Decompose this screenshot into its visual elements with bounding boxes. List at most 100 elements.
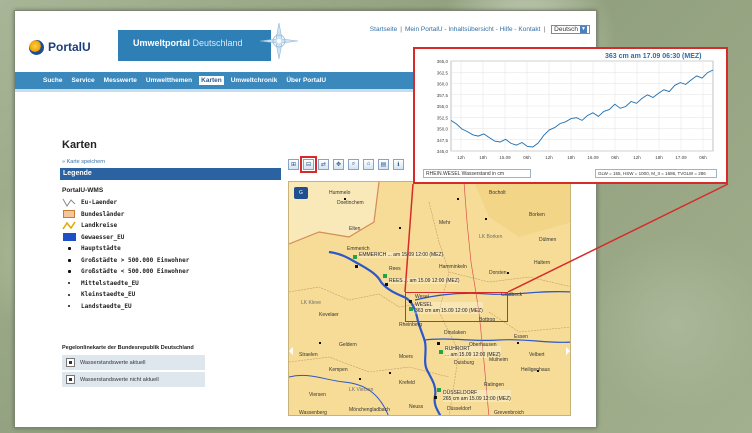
legend-item-label: Bundesländer xyxy=(81,210,125,218)
map-region-label: LK Viersen xyxy=(349,387,374,393)
legend-item: Gewaesser_EU xyxy=(62,232,282,244)
topnav-startseite[interactable]: Startseite xyxy=(370,26,397,33)
map-city-label: Mönchengladbach xyxy=(349,407,390,413)
save-map-link[interactable]: » Karte speichern xyxy=(62,159,105,165)
move-button[interactable]: ✥ xyxy=(333,158,344,170)
x-tick-label: 12h xyxy=(457,155,465,160)
chevron-down-icon: ▼ xyxy=(580,26,587,33)
logo-text: PortalU xyxy=(48,40,91,54)
map-city-label: Elten xyxy=(349,226,361,232)
dot-icon xyxy=(62,244,76,253)
gauge-symbol-icon xyxy=(66,358,75,367)
map-city-label: Neuss xyxy=(409,404,424,410)
layers-button[interactable]: ▤ xyxy=(378,158,389,170)
map-city-label: Dülmen xyxy=(539,237,557,243)
map-highlight-box xyxy=(405,292,508,322)
zoom-out-button[interactable]: ⊟ xyxy=(300,155,317,173)
x-tick-label: 06h xyxy=(699,155,707,160)
gauge-label-rees[interactable]: REES ... am 15.09 12:00 (MEZ) xyxy=(389,278,460,284)
wasserstand-aktuell-row[interactable]: Wasserstandswerte aktuell xyxy=(62,355,205,370)
legend-list: PortalU-WMS Eu-Laender Bundesländer Land… xyxy=(62,187,282,312)
y-tick-label: 355,0 xyxy=(437,104,449,109)
gauge-label-emmerich[interactable]: EMMERICH ... am 15.09 12:00 (MEZ) xyxy=(359,252,444,258)
x-tick-label: 15.09 xyxy=(499,155,511,160)
y-tick-label: 365,0 xyxy=(437,59,449,64)
gauge-label-duesseldorf[interactable]: DÜSSELDORF 265 cm am 15.09 12:00 (MEZ) xyxy=(443,390,511,402)
language-select[interactable]: Deutsch ▼ xyxy=(551,25,590,34)
small-dot-icon xyxy=(62,290,76,299)
chart-title: 363 cm am 17.09 06:30 (MEZ) xyxy=(605,53,702,60)
legend-header[interactable]: Legende xyxy=(60,168,281,180)
nav-item-karten[interactable]: Karten xyxy=(199,76,224,85)
map-city-label: Haltern xyxy=(534,260,551,266)
x-tick-label: 16.09 xyxy=(587,155,599,160)
nav-item-suche[interactable]: Suche xyxy=(41,76,65,85)
map-city-label: Mehr xyxy=(439,220,451,226)
map-city-label: Rees xyxy=(389,266,401,272)
map-city-label: Dorsten xyxy=(489,270,507,276)
portalu-logo[interactable]: PortalU xyxy=(29,37,91,57)
x-tick-label: 06h xyxy=(611,155,619,160)
box-icon xyxy=(62,210,76,219)
legend-item-label: Kleinstaedte_EU xyxy=(81,291,136,299)
legend-group-title: PortalU-WMS xyxy=(62,187,104,194)
gauge-label-ruhrort[interactable]: RUHRORT... am 15.09 12:00 (MEZ) xyxy=(445,346,501,358)
water-level-chart: 345,0 347,5 350,0 352,5 355,0 357,5 360,0 362,5… xyxy=(437,59,714,160)
wasserstand-nicht-aktuell-row[interactable]: Wasserstandswerte nicht aktuell xyxy=(62,372,205,387)
map-city-label: Hummelo xyxy=(329,190,351,196)
top-navigation: Startseite | Mein PortalU - Inhaltsübers… xyxy=(370,25,590,34)
pan-left-arrow-icon[interactable] xyxy=(289,347,293,355)
x-tick-label: 18h xyxy=(567,155,575,160)
map-city-label: Bocholt xyxy=(489,190,506,196)
pan-button[interactable]: ⇄ xyxy=(318,158,329,170)
portal-name: Umweltportal xyxy=(133,38,191,48)
wasserstand-label: Wasserstandswerte aktuell xyxy=(80,359,146,366)
wasserstand-label: Wasserstandswerte nicht aktuell xyxy=(80,376,159,383)
legend-item-label: Großstädte > 500.000 Einwohner xyxy=(81,256,190,264)
x-tick-label: 17.09 xyxy=(675,155,687,160)
legend-item-label: Großstädte < 500.000 Einwohner xyxy=(81,268,190,276)
map-city-label: Kempen xyxy=(329,367,348,373)
blue-box-icon xyxy=(62,233,76,242)
x-tick-label: 06h xyxy=(523,155,531,160)
page-title: Karten xyxy=(62,139,97,151)
map-city-label: Velbert xyxy=(529,352,545,358)
map-city-label: Geldern xyxy=(339,342,357,348)
globe-icon[interactable]: G xyxy=(294,187,308,199)
legend-item: Eu-Laender xyxy=(62,197,282,209)
map-city-label: Heiligenhaus xyxy=(521,367,550,373)
zoom-in-button[interactable]: ⊞ xyxy=(288,158,299,170)
nav-item-service[interactable]: Service xyxy=(70,76,97,85)
legend-item-label: Landstaedte_EU xyxy=(81,302,132,310)
home-button[interactable]: ⌂ xyxy=(363,158,374,170)
map-city-label: Straelen xyxy=(299,352,318,358)
legend-item: Mittelstaedte_EU xyxy=(62,278,282,290)
info-button[interactable]: ℹ xyxy=(393,158,404,170)
nav-item-umweltchronik[interactable]: Umweltchronik xyxy=(229,76,280,85)
nav-item-messwerte[interactable]: Messwerte xyxy=(102,76,139,85)
pan-right-arrow-icon[interactable] xyxy=(566,347,570,355)
portal-title-bar: Umweltportal Deutschland xyxy=(118,30,271,61)
y-tick-label: 345,0 xyxy=(437,149,449,154)
dot-icon xyxy=(62,267,76,276)
portal-country: Deutschland xyxy=(192,38,243,48)
search-button[interactable]: ⌕ xyxy=(348,158,359,170)
topnav-separator: | xyxy=(543,26,546,33)
map-city-label: Doetinchem xyxy=(337,200,364,206)
topnav-links[interactable]: Mein PortalU - Inhaltsübersicht - Hilfe … xyxy=(405,26,540,33)
nav-item-umweltthemen[interactable]: Umweltthemen xyxy=(144,76,194,85)
gauge-symbol-icon xyxy=(66,375,75,384)
x-tick-label: 12h xyxy=(633,155,641,160)
nav-item-über-portalu[interactable]: Über PortalU xyxy=(284,76,328,85)
map-toolbar: ⊞ ⊟ ⇄ ✥ ⌕ ⌂ ▤ ℹ xyxy=(288,155,404,173)
y-tick-label: 347,5 xyxy=(437,138,449,143)
y-tick-label: 352,5 xyxy=(437,115,449,120)
legend-item-label: Gewaesser_EU xyxy=(81,233,125,241)
pegel-layer-title: Pegelonlinekarte der Bundesrepublik Deut… xyxy=(62,345,194,351)
dot-icon xyxy=(62,256,76,265)
map-city-label: Hamminkeln xyxy=(439,264,467,270)
compass-icon xyxy=(259,22,299,60)
map-city-label: Borken xyxy=(529,212,545,218)
legend-item: Bundesländer xyxy=(62,209,282,221)
small-dot-icon xyxy=(62,279,76,288)
